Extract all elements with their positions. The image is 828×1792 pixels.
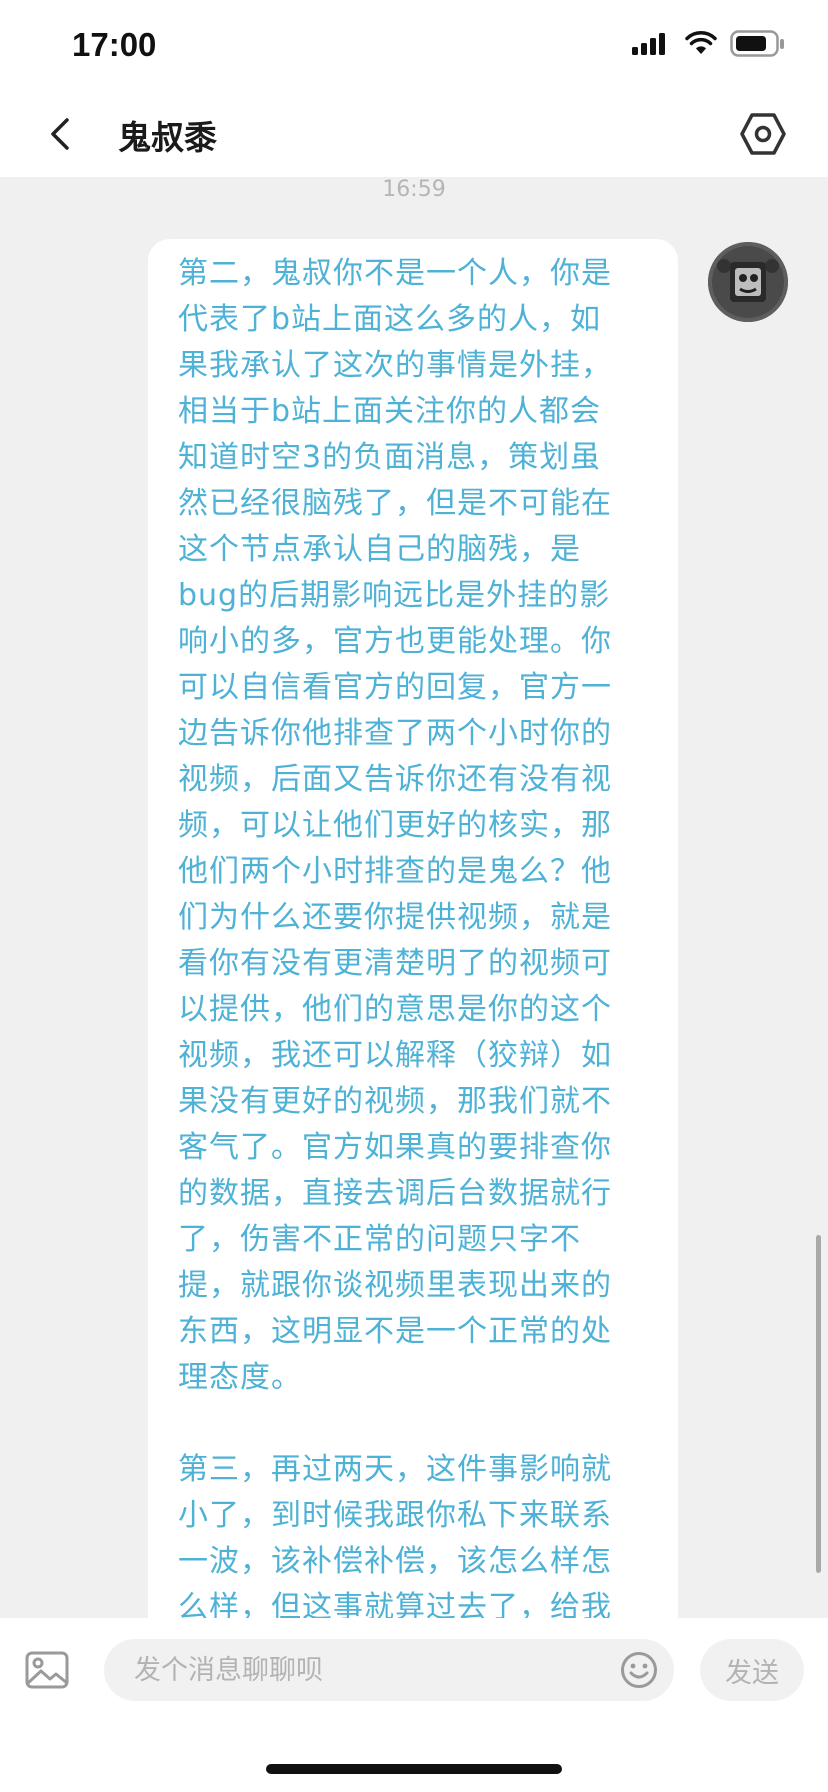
battery-icon xyxy=(730,30,784,57)
status-time: 17:00 xyxy=(72,26,157,63)
settings-icon[interactable] xyxy=(740,111,786,157)
avatar-image xyxy=(708,242,788,322)
chat-title: 鬼叔黍 xyxy=(118,118,217,157)
message-bubble[interactable]: 第二，鬼叔你不是一个人，你是 代表了b站上面这么多的人，如 果我承认了这次的事情… xyxy=(148,239,678,1618)
home-indicator[interactable] xyxy=(266,1764,562,1774)
back-icon[interactable] xyxy=(40,112,84,156)
message-timestamp: 16:59 xyxy=(382,177,446,202)
message-paragraph-3: 第三，再过两天，这件事影响就 小了，到时候我跟你私下来联系 一波，该补偿补偿，该… xyxy=(178,1452,612,1618)
message-paragraph-2: 第二，鬼叔你不是一个人，你是 代表了b站上面这么多的人，如 果我承认了这次的事情… xyxy=(178,256,612,1395)
image-icon[interactable] xyxy=(24,1647,70,1693)
send-button[interactable]: 发送 xyxy=(700,1639,804,1701)
navigation-bar: 鬼叔黍 xyxy=(0,92,828,177)
emoji-icon[interactable] xyxy=(620,1651,658,1689)
chat-area[interactable]: 16:59 第二，鬼叔你不是一个人，你是 代表了b站上面这么多的人，如 果我承认… xyxy=(0,177,828,1618)
signal-icon xyxy=(632,33,665,55)
avatar[interactable] xyxy=(708,242,788,322)
scrollbar[interactable] xyxy=(816,1235,821,1573)
wifi-icon xyxy=(685,31,717,54)
message-input[interactable] xyxy=(104,1639,674,1701)
status-bar: 17:00 xyxy=(0,0,828,92)
